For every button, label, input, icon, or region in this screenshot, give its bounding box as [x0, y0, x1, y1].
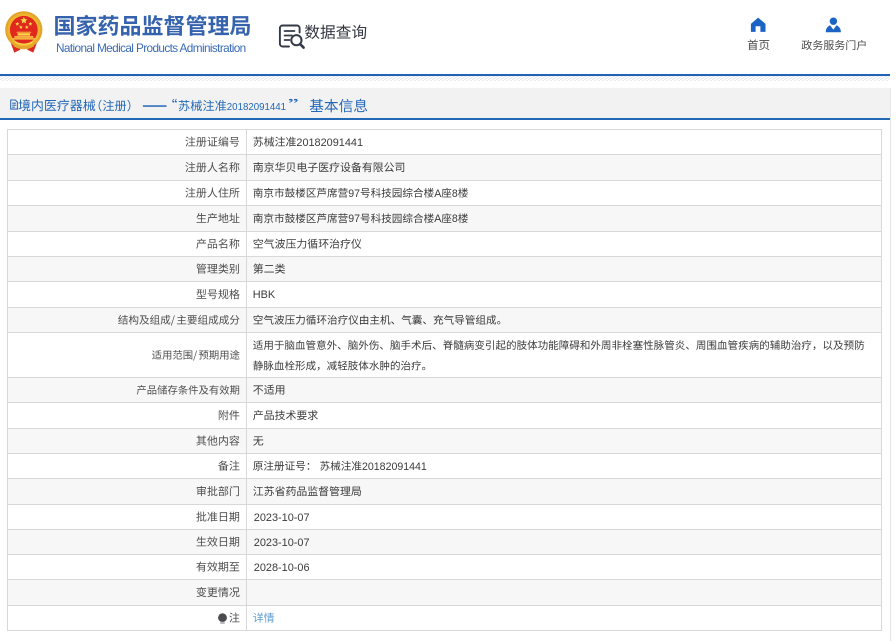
svg-text:20182091441: 20182091441 [362, 461, 427, 473]
svg-text:20182091441: 20182091441 [227, 102, 286, 113]
svg-text:HBK: HBK [253, 289, 276, 301]
svg-text:2023-10-07: 2023-10-07 [254, 512, 310, 524]
svg-text:97: 97 [348, 188, 360, 200]
svg-text:National Medical Products Admi: National Medical Products Administration [56, 41, 246, 55]
svg-text:20182091441: 20182091441 [296, 137, 363, 149]
svg-text:8: 8 [452, 188, 458, 200]
svg-text:A: A [434, 188, 442, 200]
svg-text:A: A [434, 213, 442, 225]
svg-text:2023-10-07: 2023-10-07 [254, 537, 310, 549]
svg-text:8: 8 [452, 213, 458, 225]
svg-text:2028-10-06: 2028-10-06 [254, 562, 310, 574]
svg-text:97: 97 [348, 213, 360, 225]
